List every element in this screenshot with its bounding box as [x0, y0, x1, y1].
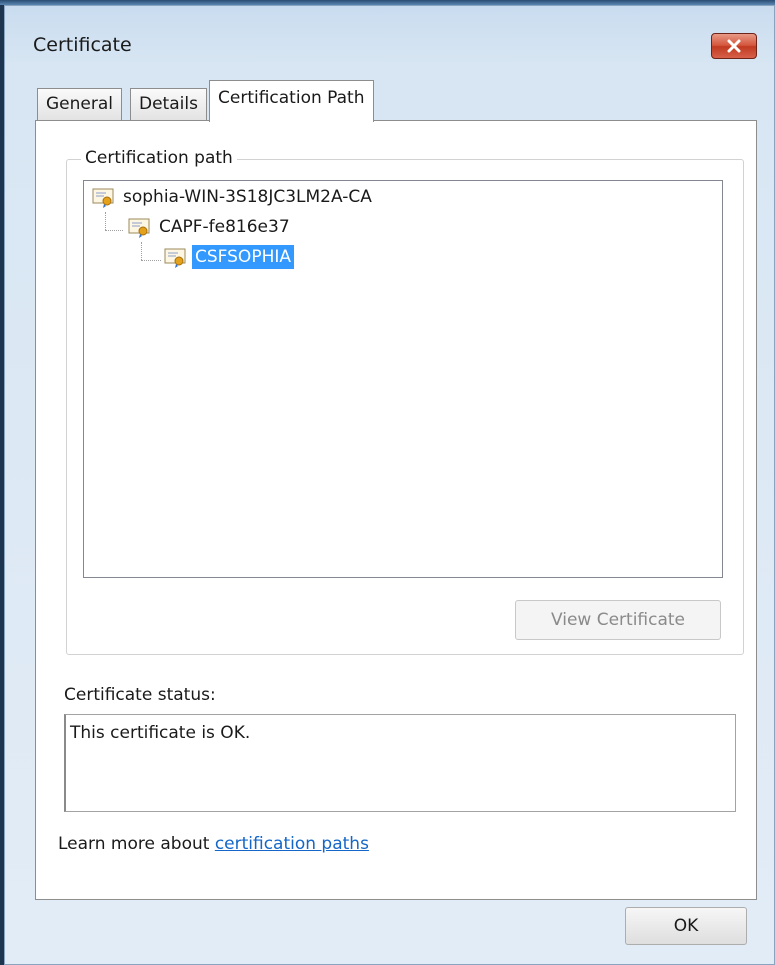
tree-connector [141, 260, 161, 261]
certificate-icon [92, 188, 114, 208]
view-certificate-button[interactable]: View Certificate [515, 600, 721, 640]
ok-button[interactable]: OK [625, 907, 747, 945]
certificate-dialog: Certificate General Details Certificatio… [4, 5, 775, 965]
tab-certification-path-label: Certification Path [218, 88, 365, 108]
close-button[interactable] [711, 33, 757, 59]
tree-connector [105, 230, 123, 231]
tree-item-label-selected: CSFSOPHIA [192, 245, 294, 269]
window-title: Certificate [33, 34, 132, 56]
tree-item-label: sophia-WIN-3S18JC3LM2A-CA [123, 187, 372, 207]
learn-more-prefix: Learn more about [58, 834, 215, 854]
certificate-status-text: This certificate is OK. [70, 723, 251, 743]
tree-item-capf[interactable]: CAPF-fe816e37 [128, 215, 293, 239]
certification-path-group: Certification path sophia-WIN-3S18JC3LM2 [66, 148, 744, 655]
close-icon [727, 39, 741, 53]
tab-general-label: General [46, 94, 113, 114]
certificate-icon [128, 218, 150, 238]
certification-path-panel: Certification path sophia-WIN-3S18JC3LM2 [35, 120, 757, 900]
tab-details[interactable]: Details [130, 88, 207, 120]
certificate-status-label: Certificate status: [64, 685, 216, 705]
certification-paths-link[interactable]: certification paths [215, 834, 369, 854]
tab-certification-path[interactable]: Certification Path [209, 80, 374, 122]
certificate-icon [164, 248, 186, 268]
tree-item-label: CAPF-fe816e37 [159, 217, 290, 237]
certification-path-tree[interactable]: sophia-WIN-3S18JC3LM2A-CA CAPF-fe816e37 [83, 180, 723, 578]
tree-item-root-ca[interactable]: sophia-WIN-3S18JC3LM2A-CA [92, 185, 375, 209]
certificate-status-box[interactable]: This certificate is OK. [64, 714, 736, 812]
certification-path-group-label: Certification path [81, 148, 237, 168]
tree-connector [141, 242, 142, 260]
view-certificate-label: View Certificate [550, 610, 686, 630]
tab-general[interactable]: General [37, 88, 122, 120]
ok-button-label: OK [673, 916, 699, 936]
learn-more-text: Learn more about certification paths [58, 834, 369, 854]
tree-item-csfsophia[interactable]: CSFSOPHIA [164, 245, 294, 269]
tab-details-label: Details [139, 94, 198, 114]
tree-connector [105, 212, 106, 230]
